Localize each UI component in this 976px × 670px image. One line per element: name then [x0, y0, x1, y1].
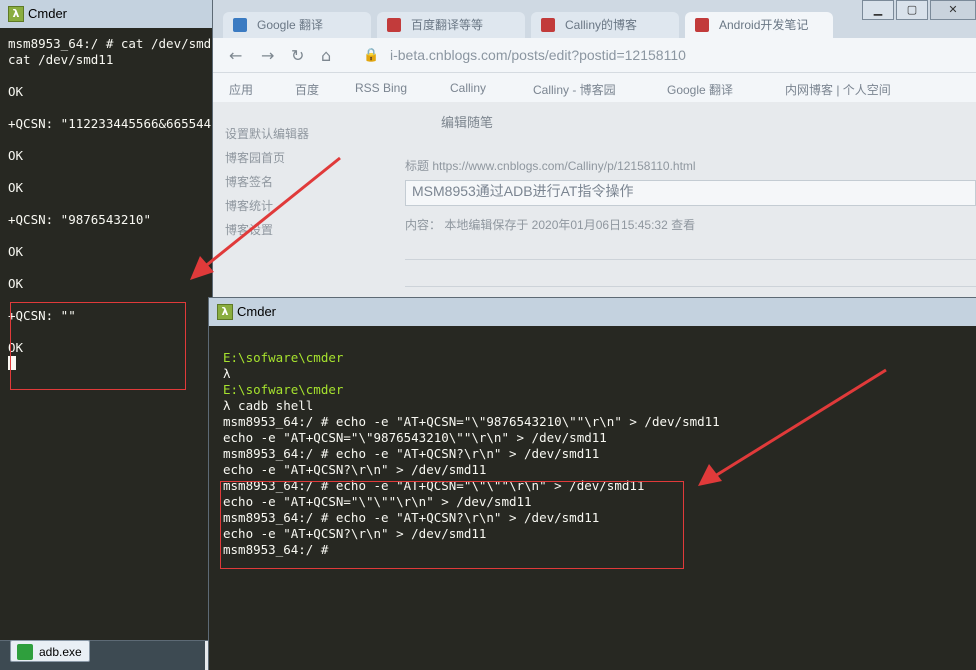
terminal-line: E:\sofware\cmder	[223, 350, 344, 365]
sidebar-item[interactable]: 博客统计	[225, 194, 385, 218]
terminal-line: OK	[8, 84, 24, 99]
terminal-line: +QCSN: "112233445566&665544332211"	[8, 116, 212, 131]
bookmarks-bar: 应用 百度 RSS Bing Calliny Calliny - 博客园 Goo…	[205, 73, 976, 104]
sidebar-item[interactable]: 博客园首页	[225, 146, 385, 170]
annotation-highlight-box	[220, 481, 684, 569]
adb-app-icon	[17, 644, 33, 660]
terminal-line: echo -e "AT+QCSN?\r\n" > /dev/smd11	[223, 462, 487, 477]
home-icon[interactable]: ⌂	[321, 46, 331, 65]
terminal-line: msm8953_64:/ # echo -e "AT+QCSN?\r\n" > …	[223, 446, 600, 461]
browser-tab[interactable]: Android开发笔记	[685, 12, 833, 38]
title-label: 标题 https://www.cnblogs.com/Calliny/p/121…	[405, 159, 696, 173]
bookmark-item[interactable]: 百度	[295, 81, 319, 98]
content-label: 内容： 本地编辑保存于 2020年01月06日15:45:32 查看	[405, 218, 696, 232]
cmder-lambda-icon: λ	[8, 6, 24, 22]
editor-toolbar	[405, 264, 976, 287]
sidebar-item[interactable]: 博客签名	[225, 170, 385, 194]
reload-icon[interactable]: ↻	[291, 46, 304, 65]
page-heading: 编辑随笔	[441, 115, 494, 130]
minimize-button[interactable]: ▁	[862, 0, 894, 20]
window-title: Cmder	[28, 6, 68, 21]
browser-tab[interactable]: 百度翻译等等	[377, 12, 525, 38]
back-icon[interactable]: ←	[229, 46, 242, 65]
window-title: Cmder	[237, 304, 277, 319]
browser-tab-bar: Google 翻译 百度翻译等等 Calliny的博客 Android开发笔记 …	[205, 0, 976, 38]
terminal-line: echo -e "AT+QCSN="\"9876543210\""\r\n" >…	[223, 430, 607, 445]
taskbar-app-label: adb.exe	[39, 645, 82, 659]
taskbar-app-button[interactable]: adb.exe	[10, 640, 90, 662]
cmder-lambda-icon: λ	[217, 304, 233, 320]
terminal-line: E:\sofware\cmder	[223, 382, 344, 397]
sidebar-item[interactable]: 设置默认编辑器	[225, 122, 385, 146]
close-button[interactable]: ✕	[930, 0, 976, 20]
terminal-line: cat /dev/smd11	[8, 52, 114, 67]
terminal-line: λ	[223, 366, 231, 381]
terminal-line: msm8953_64:/ # cat /dev/smd11	[8, 36, 212, 51]
bookmark-item[interactable]: Calliny	[450, 81, 486, 95]
terminal-line: OK	[8, 276, 24, 291]
window-titlebar[interactable]: λ Cmder	[0, 0, 212, 28]
terminal-line: OK	[8, 148, 24, 163]
bookmark-item[interactable]: Google 翻译	[667, 81, 733, 98]
title-input[interactable]: MSM8953通过ADB进行AT指令操作	[405, 180, 976, 206]
bookmark-item[interactable]: 应用	[229, 81, 253, 98]
editor-toolbar	[405, 237, 976, 260]
window-titlebar[interactable]: λ Cmder	[209, 298, 976, 326]
terminal-line: +QCSN: "9876543210"	[8, 212, 151, 227]
window-controls: ▁ ▢ ✕	[860, 0, 976, 20]
url-field[interactable]: i-beta.cnblogs.com/posts/edit?postid=121…	[390, 47, 686, 63]
forward-icon[interactable]: →	[261, 46, 274, 65]
editor-sidebar: 设置默认编辑器 博客园首页 博客签名 博客统计 博客设置	[225, 122, 385, 242]
browser-address-bar: ← → ↻ ⌂ 🔒 i-beta.cnblogs.com/posts/edit?…	[205, 38, 976, 73]
annotation-highlight-box	[10, 302, 186, 390]
terminal-line: msm8953_64:/ # echo -e "AT+QCSN="\"98765…	[223, 414, 720, 429]
sidebar-item[interactable]: 博客设置	[225, 218, 385, 242]
editor-main: 编辑随笔 标题 https://www.cnblogs.com/Calliny/…	[405, 112, 976, 291]
browser-tab[interactable]: Calliny的博客	[531, 12, 679, 38]
terminal-line: OK	[8, 180, 24, 195]
terminal-line: λ cadb shell	[223, 398, 314, 413]
bookmark-item[interactable]: Calliny - 博客园	[533, 81, 616, 98]
maximize-button[interactable]: ▢	[896, 0, 928, 20]
browser-tab[interactable]: Google 翻译	[223, 12, 371, 38]
terminal-line: OK	[8, 244, 24, 259]
lock-icon: 🔒	[363, 48, 380, 63]
bookmark-item[interactable]: RSS Bing	[355, 81, 407, 95]
bookmark-item[interactable]: 内网博客 | 个人空间	[785, 81, 891, 98]
